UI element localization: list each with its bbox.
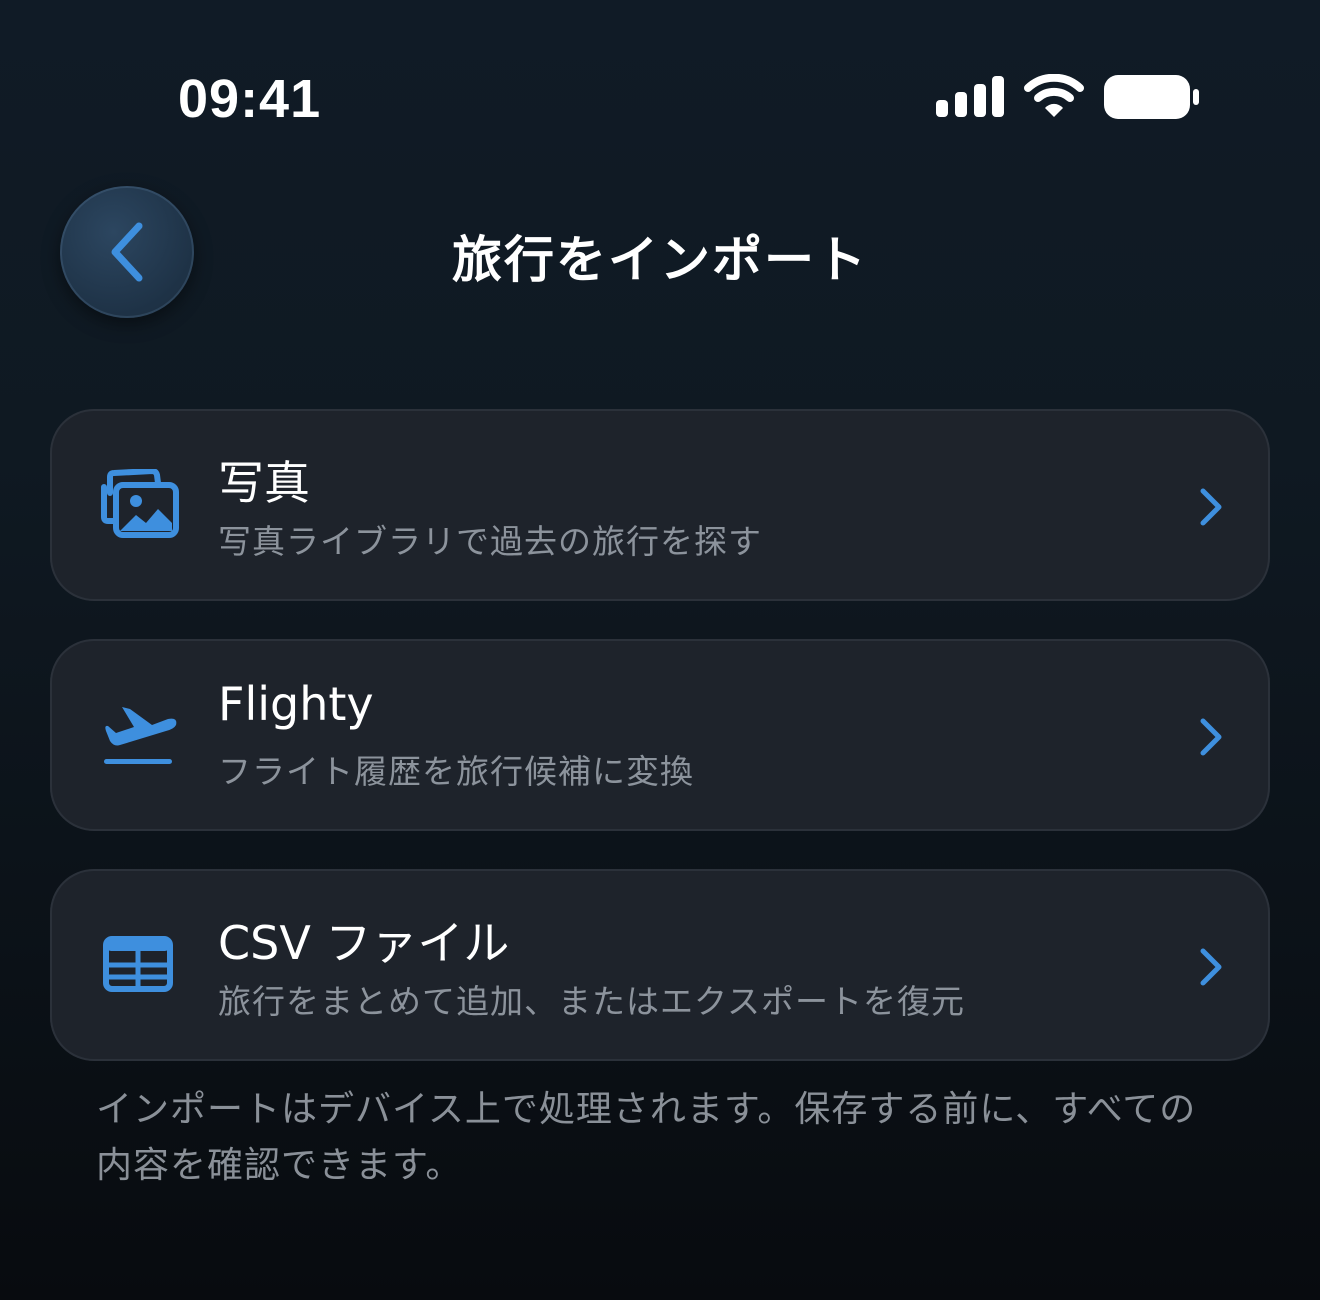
battery-icon bbox=[1104, 75, 1199, 119]
footnote-line: インポートはデバイス上で処理されます。保存する前に、すべての bbox=[96, 1089, 1197, 1130]
option-subtitle: 旅行をまとめて追加、またはエクスポートを復元 bbox=[218, 982, 966, 1021]
footnote-line: 内容を確認できます。 bbox=[96, 1145, 463, 1186]
chevron-right-icon bbox=[1200, 718, 1222, 756]
status-time: 09:41 bbox=[178, 69, 322, 129]
import-option-csv[interactable]: CSV ファイル 旅行をまとめて追加、またはエクスポートを復元 bbox=[50, 869, 1270, 1061]
page-title: 旅行をインポート bbox=[452, 231, 868, 289]
option-subtitle: 写真ライブラリで過去の旅行を探す bbox=[218, 522, 762, 561]
option-title: CSV ファイル bbox=[218, 916, 510, 970]
option-title: Flighty bbox=[218, 677, 374, 731]
import-option-photos[interactable]: 写真 写真ライブラリで過去の旅行を探す bbox=[50, 409, 1270, 601]
table-icon bbox=[103, 936, 173, 992]
status-bar: 09:41 bbox=[0, 0, 1320, 200]
wifi-icon bbox=[1024, 74, 1084, 117]
chevron-right-icon bbox=[1200, 948, 1222, 986]
privacy-footnote: インポートはデバイス上で処理されます。保存する前に、すべての 内容を確認できます… bbox=[96, 1082, 1216, 1194]
option-subtitle: フライト履歴を旅行候補に変換 bbox=[218, 752, 694, 791]
import-option-flighty[interactable]: Flighty フライト履歴を旅行候補に変換 bbox=[50, 639, 1270, 831]
airplane-takeoff-icon bbox=[104, 707, 177, 764]
option-title: 写真 bbox=[218, 456, 310, 510]
signal-icon bbox=[936, 76, 1004, 117]
photos-icon bbox=[101, 469, 179, 538]
chevron-right-icon bbox=[1200, 488, 1222, 526]
